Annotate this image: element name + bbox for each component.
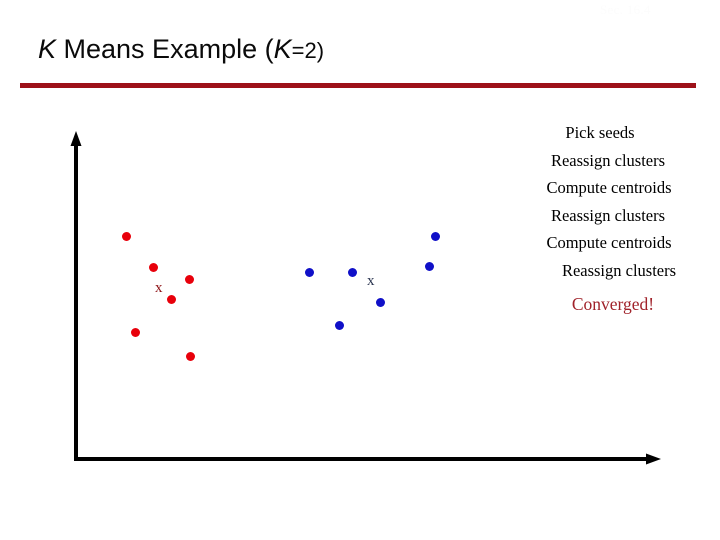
step-item-pick-seeds: Pick seeds xyxy=(565,123,635,142)
step-item-compute-centroids-2: Compute centroids xyxy=(546,233,672,252)
step-item-converged: Converged! xyxy=(571,294,655,314)
x-axis-arrowhead-icon xyxy=(646,453,661,465)
data-point-blue-5 xyxy=(334,320,344,330)
data-point-red-4 xyxy=(130,327,140,337)
step-item-reassign-clusters-2: Reassign clusters xyxy=(550,205,666,225)
y-axis-arrowhead-icon xyxy=(70,131,82,146)
data-point-blue-2 xyxy=(304,267,314,277)
step-item-reassign-clusters-1: Reassign clusters xyxy=(550,150,666,170)
data-point-blue-1 xyxy=(424,261,434,271)
data-point-red-2 xyxy=(184,274,194,284)
data-point-blue-4 xyxy=(375,297,385,307)
centroid-blue-marker: x xyxy=(367,273,375,289)
step-item-compute-centroids-1: Compute centroids xyxy=(546,178,672,197)
algorithm-steps-list: Pick seeds Reassign clusters Compute cen… xyxy=(498,122,720,314)
data-point-red-3 xyxy=(166,294,176,304)
step-item-reassign-clusters-3: Reassign clusters xyxy=(561,260,677,280)
data-point-red-5 xyxy=(185,351,195,361)
data-point-blue-3 xyxy=(347,267,357,277)
slide-canvas: Sec. 16.4 K Means Example (K=2) xx Pick … xyxy=(0,0,720,540)
data-point-blue-0 xyxy=(430,231,440,241)
centroid-red-marker: x xyxy=(155,280,163,296)
data-point-red-1 xyxy=(148,262,158,272)
data-point-red-0 xyxy=(121,231,131,241)
